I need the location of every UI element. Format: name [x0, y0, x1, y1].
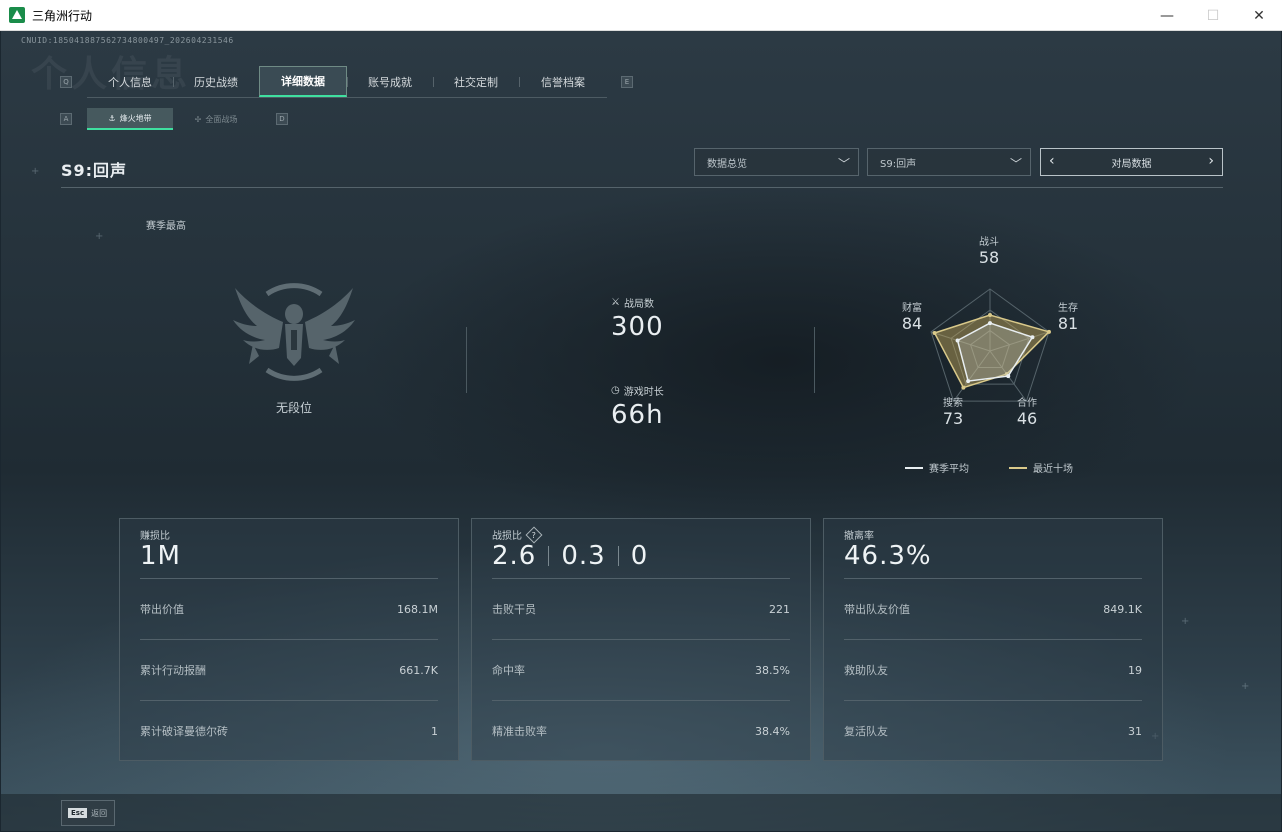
stat-row: 救助队友 19 — [844, 639, 1142, 700]
subtab-label: 全面战场 — [205, 114, 238, 124]
matches-label: 战局数 — [623, 299, 654, 310]
radar-series-season-avg-point — [988, 321, 992, 326]
clock-icon: ◷ — [611, 385, 620, 396]
matches-stat: ⚔ 战局数 300 — [611, 295, 664, 342]
tab-credit[interactable]: 信誉档案 — [519, 66, 607, 97]
panel-title: 赚损比 — [140, 531, 170, 542]
crossed-swords-icon: ⚔ — [611, 297, 620, 308]
radar-series-season-avg-point — [966, 379, 971, 384]
esc-key-icon: Esc — [68, 808, 88, 818]
data-type-pager: ‹ 对局数据 › — [1040, 148, 1223, 176]
radar-axis-survival: 生存 81 — [1057, 303, 1079, 333]
season-title: S9:回声 — [61, 161, 128, 180]
battlefield-icon: ✢ — [194, 114, 202, 124]
legend-swatch — [1009, 466, 1027, 469]
crosshair-decor-icon: + — [31, 166, 40, 177]
tab-social[interactable]: 社交定制 — [433, 66, 519, 97]
chevron-down-icon: ﹀ — [837, 157, 850, 171]
section-divider — [61, 187, 1223, 188]
minimize-button[interactable]: — — [1144, 0, 1190, 31]
subtab-label: 烽火地带 — [119, 113, 152, 123]
stat-row: 精准击败率 38.4% — [492, 700, 790, 761]
dropdown-value: 数据总览 — [707, 158, 747, 170]
dropdown-value: S9:回声 — [880, 158, 917, 170]
chevron-right-icon[interactable]: › — [1208, 153, 1214, 169]
legend-season-average: 赛季平均 — [905, 460, 969, 475]
chevron-left-icon[interactable]: ‹ — [1049, 153, 1055, 169]
crosshair-decor-icon: + — [1241, 681, 1250, 692]
tab-achievements[interactable]: 账号成就 — [347, 66, 433, 97]
mode-subtabs: ⚓ 烽火地带 ✢ 全面战场 — [87, 108, 259, 130]
radar-axis-search: 搜索 73 — [942, 398, 964, 428]
profit-ratio-value: 1M — [140, 541, 181, 571]
radar-axis-combat: 战斗 58 — [978, 237, 1000, 267]
back-button[interactable]: Esc 返回 — [61, 800, 115, 826]
chevron-down-icon: ﹀ — [1009, 157, 1022, 171]
extraction-panel: 撤离率 46.3% 带出队友价值 849.1K 救助队友 19 复活队友 31 — [823, 518, 1163, 761]
rank-name: 无段位 — [275, 401, 312, 415]
crosshair-decor-icon: + — [95, 231, 104, 242]
stat-row: 带出队友价值 849.1K — [844, 578, 1142, 639]
stat-row: 命中率 38.5% — [492, 639, 790, 700]
pager-label: 对局数据 — [1111, 158, 1152, 170]
window-titlebar: 三角洲行动 — ☐ ✕ — [0, 0, 1282, 31]
legend-swatch — [905, 466, 923, 469]
radar-series-season-avg-point — [1030, 335, 1035, 340]
legend-recent-ten: 最近十场 — [1009, 460, 1073, 475]
maximize-button[interactable]: ☐ — [1190, 0, 1236, 31]
column-divider — [466, 327, 467, 393]
close-button[interactable]: ✕ — [1236, 0, 1282, 31]
matches-value: 300 — [611, 312, 664, 342]
crosshair-decor-icon: + — [1181, 616, 1190, 627]
tab-personal-info[interactable]: 个人信息 — [87, 66, 173, 97]
game-stage: 个人信息 CNUID:185041887562734800497_2026042… — [1, 31, 1281, 831]
radar-series-recent-point — [988, 313, 992, 318]
panel-title: 撤离率 — [844, 531, 874, 542]
window-title: 三角洲行动 — [32, 8, 93, 23]
extraction-rate-value: 46.3% — [844, 541, 932, 571]
stat-row: 带出价值 168.1M — [140, 578, 438, 639]
panel-title: 战损比 — [492, 531, 522, 542]
subtab-battlefield[interactable]: ✢ 全面战场 — [173, 108, 259, 130]
key-hint-next-subtab: D — [276, 113, 288, 125]
radar-series-season-avg-point — [955, 338, 960, 343]
window-controls: — ☐ ✕ — [1144, 0, 1282, 31]
subtab-fire-zone[interactable]: ⚓ 烽火地带 — [87, 108, 173, 130]
season-dropdown[interactable]: S9:回声 ﹀ — [867, 148, 1031, 176]
playtime-label: 游戏时长 — [623, 387, 664, 398]
app-logo-icon — [9, 7, 25, 23]
radar-series-season-avg-point — [1006, 374, 1011, 379]
playtime-value: 66h — [611, 400, 664, 430]
column-divider — [814, 327, 815, 393]
playtime-stat: ◷ 游戏时长 66h — [611, 383, 664, 430]
radar-axis-cooperation: 合作 46 — [1016, 398, 1038, 428]
fire-zone-icon: ⚓ — [108, 113, 116, 123]
key-hint-prev-tab: Q — [60, 76, 72, 88]
bottom-bar — [1, 794, 1281, 831]
user-id-text: CNUID:185041887562734800497_202604231546 — [21, 36, 234, 45]
rank-eagle-emblem-icon — [233, 283, 355, 381]
radar-axis-wealth: 财富 84 — [901, 303, 923, 333]
stat-row: 复活队友 31 — [844, 700, 1142, 761]
back-label: 返回 — [91, 808, 108, 818]
key-hint-prev-subtab: A — [60, 113, 72, 125]
radar-series-recent-point — [961, 385, 966, 390]
stat-row: 累计破译曼德尔砖 1 — [140, 700, 438, 761]
tab-detailed-data[interactable]: 详细数据 — [259, 66, 347, 97]
key-hint-next-tab: E — [621, 76, 633, 88]
profit-panel: 赚损比 1M 带出价值 168.1M 累计行动报酬 661.7K 累计破译曼德尔… — [119, 518, 459, 761]
stat-row: 累计行动报酬 661.7K — [140, 639, 438, 700]
kd-values: 2.6 0.3 0 — [492, 541, 649, 571]
tab-history[interactable]: 历史战绩 — [173, 66, 259, 97]
stat-row: 击败干员 221 — [492, 578, 790, 639]
kd-panel: 战损比 ? 2.6 0.3 0 击败干员 221 命中率 38.5% 精准击败率… — [471, 518, 811, 761]
season-high-label: 赛季最高 — [146, 221, 186, 232]
overview-dropdown[interactable]: 数据总览 ﹀ — [694, 148, 859, 176]
main-tabs: 个人信息 历史战绩 详细数据 账号成就 社交定制 信誉档案 — [87, 66, 607, 98]
